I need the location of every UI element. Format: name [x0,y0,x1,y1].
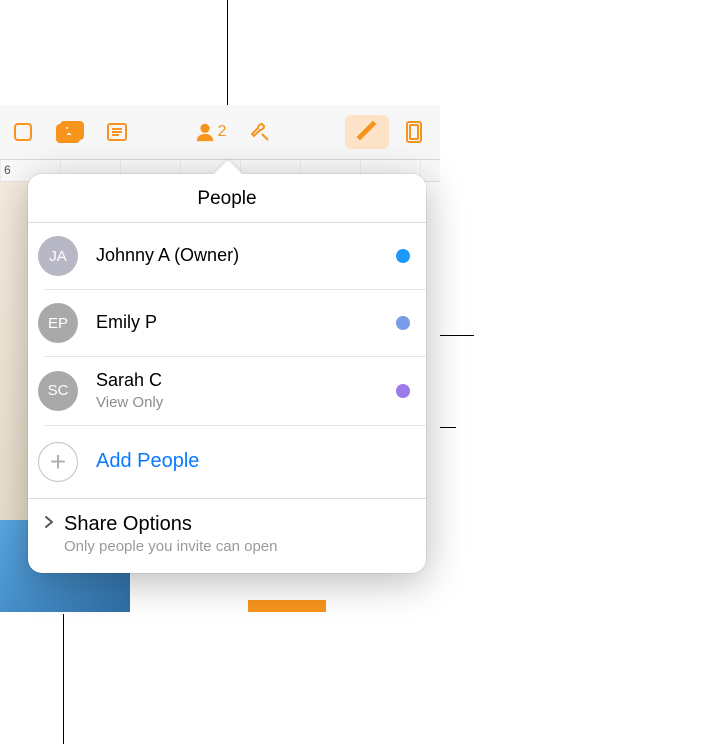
avatar: JA [38,236,78,276]
plus-icon: + [38,442,78,482]
tools-button[interactable] [239,116,281,148]
document-settings-button[interactable] [394,116,436,148]
avatar: EP [38,303,78,343]
person-text: Sarah C View Only [96,370,396,412]
comment-button[interactable] [96,116,138,148]
ruler-label: 6 [4,163,11,177]
callout-line-top [227,0,228,108]
share-options-button[interactable]: Share Options Only people you invite can… [28,498,426,573]
collaboration-button[interactable]: 2 [186,116,234,148]
add-people-label: Add People [96,450,199,473]
table-selection-indicator [248,600,326,612]
people-popover: People JA Johnny A (Owner) EP Emily P SC… [28,174,426,573]
person-row[interactable]: EP Emily P [44,290,426,357]
person-row[interactable]: SC Sarah C View Only [44,357,426,426]
collab-count: 2 [218,123,227,141]
person-name: Emily P [96,312,396,334]
chevron-right-icon [44,515,58,534]
presence-dot [396,249,410,263]
shape-button[interactable] [2,116,44,148]
person-text: Johnny A (Owner) [96,245,396,267]
presence-dot [396,384,410,398]
presence-dot [396,316,410,330]
avatar: SC [38,371,78,411]
media-button[interactable] [49,116,91,148]
toolbar: 2 [0,105,440,160]
share-options-subtitle: Only people you invite can open [64,538,410,555]
person-row[interactable]: JA Johnny A (Owner) [44,223,426,290]
person-name: Sarah C [96,370,396,392]
person-icon [194,121,216,143]
people-list: JA Johnny A (Owner) EP Emily P SC Sarah … [28,223,426,498]
person-text: Emily P [96,312,396,334]
add-people-button[interactable]: + Add People [44,426,426,498]
format-button[interactable] [345,115,389,149]
person-name: Johnny A (Owner) [96,245,396,267]
share-options-title: Share Options [64,513,192,536]
callout-line-bottom [63,614,64,744]
popover-title: People [28,174,426,223]
person-subtitle: View Only [96,394,396,412]
